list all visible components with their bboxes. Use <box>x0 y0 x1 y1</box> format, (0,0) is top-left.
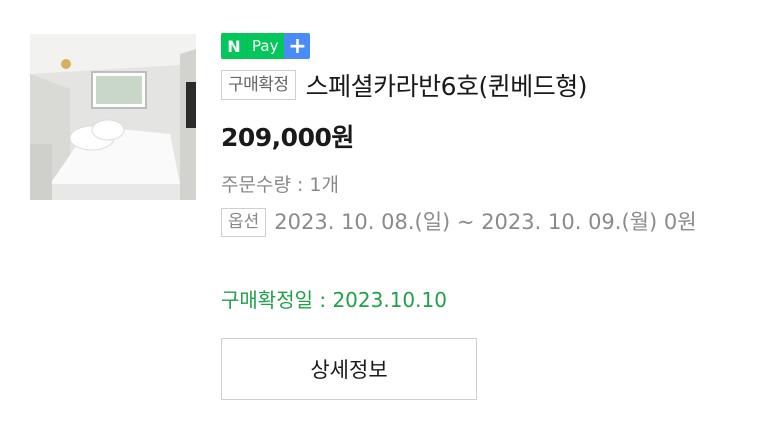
plus-icon: + <box>284 33 311 59</box>
detail-info-button[interactable]: 상세정보 <box>221 338 477 400</box>
naver-n-icon: N <box>221 33 247 59</box>
option-badge: 옵션 <box>221 208 267 237</box>
title-row: 구매확정 스페셜카라반6호(퀸베드형) <box>221 67 587 103</box>
product-price: 209,000원 <box>221 123 354 152</box>
order-quantity: 주문수량 : 1개 <box>221 174 339 196</box>
product-name[interactable]: 스페셜카라반6호(퀸베드형) <box>306 67 588 103</box>
option-text: 2023. 10. 08.(일) ~ 2023. 10. 09.(월) 0원 <box>274 210 697 234</box>
npay-plus-badge: N Pay + <box>221 33 311 59</box>
status-badge: 구매확정 <box>221 70 296 100</box>
room-photo-image <box>30 34 196 200</box>
option-info: 옵션 2023. 10. 08.(일) ~ 2023. 10. 09.(월) 0원 <box>221 206 751 239</box>
purchase-confirm-date: 구매확정일 : 2023.10.10 <box>221 288 447 312</box>
npay-label: Pay <box>247 33 285 59</box>
product-thumbnail[interactable] <box>30 34 196 200</box>
order-item-card: N Pay + 구매확정 스페셜카라반6호(퀸베드형) 209,000원 주문수… <box>0 0 773 421</box>
